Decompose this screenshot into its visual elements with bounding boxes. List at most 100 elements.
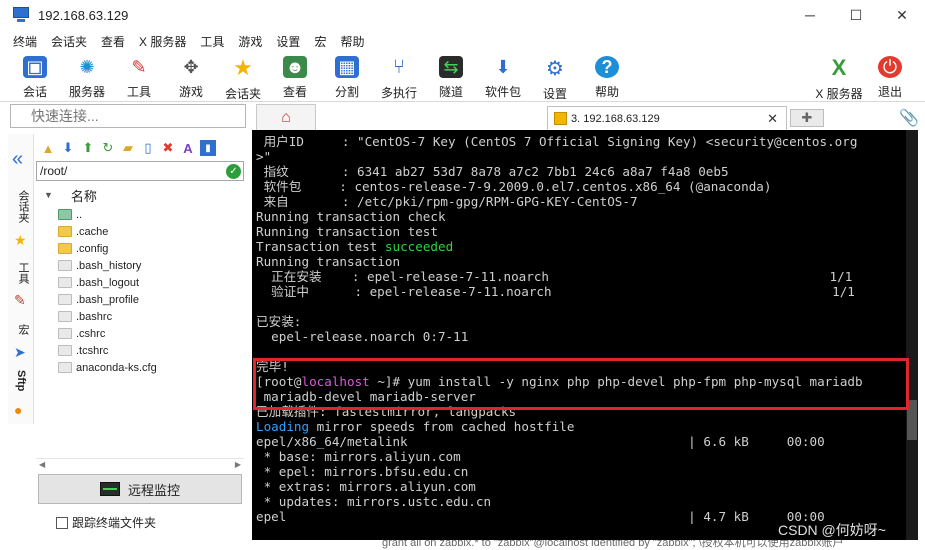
new-tab-button[interactable]: ✚ bbox=[790, 109, 824, 127]
menu-games[interactable]: 游戏 bbox=[231, 33, 269, 50]
macro-icon: ➤ bbox=[14, 344, 26, 360]
parent-folder-icon[interactable]: ▲ bbox=[40, 140, 56, 156]
file-row[interactable]: .bash_logout bbox=[36, 274, 234, 291]
file-icon bbox=[58, 345, 72, 356]
menu-tools[interactable]: 工具 bbox=[193, 33, 231, 50]
file-list-scrollbar[interactable] bbox=[234, 206, 244, 456]
menu-view[interactable]: 查看 bbox=[94, 33, 132, 50]
remote-monitor-label: 远程监控 bbox=[127, 482, 180, 498]
collapse-panel-icon[interactable]: « bbox=[12, 148, 23, 171]
download-icon[interactable]: ⬇ bbox=[60, 140, 76, 156]
file-row[interactable]: .cshrc bbox=[36, 325, 234, 342]
check-icon[interactable]: ✓ bbox=[226, 164, 241, 179]
servers-button[interactable]: ✺ 服务器 bbox=[61, 54, 113, 100]
exit-label: 退出 bbox=[877, 85, 902, 99]
multiexec-button[interactable]: ⑂ 多执行 bbox=[373, 54, 425, 100]
split-button[interactable]: ▦ 分割 bbox=[321, 54, 373, 100]
menu-terminal[interactable]: 终端 bbox=[6, 33, 44, 50]
tab-session[interactable]: 3. 192.168.63.129 ✕ bbox=[547, 106, 787, 130]
file-name: .cache bbox=[76, 225, 109, 238]
sidebar-tab-macros[interactable]: 宏 bbox=[15, 324, 31, 335]
tools-label: 工具 bbox=[126, 85, 151, 99]
file-row[interactable]: .cache bbox=[36, 223, 234, 240]
terminal-text: * extras: mirrors.aliyun.com bbox=[256, 479, 476, 494]
help-button[interactable]: ? 帮助 bbox=[581, 54, 633, 100]
file-row[interactable]: .bash_profile bbox=[36, 291, 234, 308]
menu-sessions[interactable]: 会话夹 bbox=[44, 33, 94, 50]
file-name: .tcshrc bbox=[76, 344, 109, 357]
follow-terminal-option[interactable]: 跟踪终端文件夹 bbox=[56, 514, 156, 531]
home-icon: ⌂ bbox=[281, 108, 291, 126]
sidebar-tab-tools[interactable]: 工具 bbox=[15, 262, 31, 284]
follow-terminal-label: 跟踪终端文件夹 bbox=[72, 516, 157, 530]
remote-monitor-button[interactable]: 远程监控 bbox=[38, 474, 242, 504]
paperclip-icon[interactable]: 📎 bbox=[899, 108, 919, 128]
x-server-button[interactable]: X X 服务器 bbox=[811, 54, 867, 101]
file-name: .config bbox=[76, 242, 109, 255]
terminal-text: 已安装: bbox=[256, 314, 302, 329]
file-name: .bashrc bbox=[76, 310, 113, 323]
tools-icon: ✎ bbox=[131, 56, 147, 77]
sort-chevron-icon[interactable]: ▼ bbox=[44, 190, 53, 200]
upload-icon[interactable]: ⬆ bbox=[80, 140, 96, 156]
file-row[interactable]: anaconda-ks.cfg bbox=[36, 359, 234, 376]
scroll-left-icon[interactable]: ◀ bbox=[39, 460, 45, 469]
settings-icon: ⚙ bbox=[546, 57, 564, 80]
tab-close-icon[interactable]: ✕ bbox=[767, 111, 778, 127]
column-name-header[interactable]: 名称 bbox=[71, 186, 97, 205]
new-file-icon[interactable]: ▯ bbox=[140, 140, 156, 156]
bottom-text: grant all on zabbix.* to "zabbix"@localh… bbox=[382, 540, 844, 549]
scroll-right-icon[interactable]: ▶ bbox=[235, 460, 241, 469]
games-button[interactable]: ✥ 游戏 bbox=[165, 54, 217, 100]
terminal-text: >" bbox=[256, 149, 272, 164]
terminal-line: 用户ID : "CentOS-7 Key (CentOS 7 Official … bbox=[256, 134, 902, 149]
terminal-line: >" bbox=[256, 149, 902, 164]
maximize-button[interactable]: ☐ bbox=[833, 0, 879, 30]
package-button[interactable]: ⬇ 软件包 bbox=[477, 54, 529, 100]
sftp-path-input[interactable]: /root/ ✓ bbox=[36, 161, 244, 181]
menu-settings[interactable]: 设置 bbox=[269, 33, 307, 50]
minimize-button[interactable]: ─ bbox=[787, 0, 833, 30]
file-row[interactable]: .tcshrc bbox=[36, 342, 234, 359]
quick-connect-input[interactable] bbox=[11, 105, 245, 127]
rename-icon[interactable]: A bbox=[180, 140, 196, 156]
tools-button[interactable]: ✎ 工具 bbox=[113, 54, 165, 100]
app-monitor-icon bbox=[12, 6, 30, 24]
file-name: anaconda-ks.cfg bbox=[76, 361, 157, 374]
quick-connect bbox=[10, 104, 246, 128]
file-row[interactable]: .bashrc bbox=[36, 308, 234, 325]
delete-icon[interactable]: ✖ bbox=[160, 140, 176, 156]
sessions-folder-label: 会话夹 bbox=[224, 87, 261, 101]
refresh-icon[interactable]: ↻ bbox=[100, 140, 116, 156]
file-row-parent[interactable]: .. bbox=[36, 206, 234, 223]
home-tab[interactable]: ⌂ bbox=[256, 104, 316, 130]
sidebar-tab-sessions[interactable]: 会话夹 bbox=[15, 190, 31, 223]
file-list-hscrollbar[interactable]: ◀ ▶ bbox=[36, 458, 244, 470]
file-name: .. bbox=[76, 208, 83, 221]
menu-macros[interactable]: 宏 bbox=[307, 33, 333, 50]
new-folder-icon[interactable]: ▰ bbox=[120, 140, 136, 156]
sidebar-tab-sftp[interactable]: Sftp bbox=[15, 370, 27, 391]
highlight-annotation bbox=[253, 358, 909, 410]
close-window-button[interactable]: ✕ bbox=[879, 0, 925, 30]
tab-bar: ⌂ 3. 192.168.63.129 ✕ ✚ 📎 bbox=[252, 104, 925, 130]
terminal-view[interactable]: 用户ID : "CentOS-7 Key (CentOS 7 Official … bbox=[252, 130, 918, 540]
folder-icon bbox=[58, 243, 72, 254]
terminal-sync-icon[interactable]: ▮ bbox=[200, 140, 216, 156]
terminal-text: 正在安装 : epel-release-7-11.noarch 1/1 bbox=[256, 269, 853, 284]
file-row[interactable]: .bash_history bbox=[36, 257, 234, 274]
follow-terminal-checkbox[interactable] bbox=[56, 516, 68, 529]
view-button[interactable]: ☻ 查看 bbox=[269, 54, 321, 100]
menu-help[interactable]: 帮助 bbox=[333, 33, 371, 50]
file-row[interactable]: .config bbox=[36, 240, 234, 257]
exit-button[interactable]: ⏻ 退出 bbox=[864, 54, 916, 100]
split-label: 分割 bbox=[334, 85, 359, 99]
terminal-line: Running transaction bbox=[256, 254, 902, 269]
tunnel-button[interactable]: ⇆ 隧道 bbox=[425, 54, 477, 100]
menu-x-server[interactable]: X 服务器 bbox=[132, 33, 193, 50]
terminal-scrollbar[interactable] bbox=[906, 130, 918, 540]
session-button[interactable]: ▣ 会话 bbox=[9, 54, 61, 100]
settings-button[interactable]: ⚙ 设置 bbox=[529, 54, 581, 102]
sessions-folder-button[interactable]: ★ 会话夹 bbox=[217, 54, 269, 101]
file-icon bbox=[58, 311, 72, 322]
